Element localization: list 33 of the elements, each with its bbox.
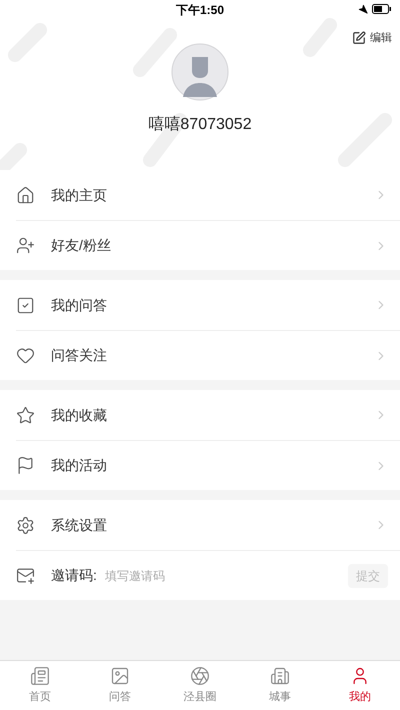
edit-icon bbox=[352, 31, 366, 46]
tab-item[interactable]: 我的 bbox=[320, 661, 400, 710]
username: 嘻嘻87073052 bbox=[148, 114, 252, 134]
menu-item[interactable]: 问答关注 bbox=[16, 330, 400, 380]
menu-item[interactable]: 我的活动 bbox=[16, 440, 400, 490]
mail-plus-icon bbox=[16, 566, 35, 585]
settings-icon bbox=[16, 516, 35, 534]
invite-code-field[interactable]: 填写邀请码 bbox=[104, 566, 348, 584]
heart-icon bbox=[16, 346, 35, 365]
tab-item[interactable]: 问答 bbox=[80, 661, 160, 710]
building-icon bbox=[270, 666, 290, 686]
status-time: 下午1:50 bbox=[176, 2, 224, 19]
tab-item[interactable]: 泾县圈 bbox=[160, 661, 240, 710]
newspaper-icon bbox=[30, 666, 50, 686]
aperture-icon bbox=[190, 666, 210, 686]
checkbox-icon bbox=[16, 296, 35, 314]
edit-button[interactable]: 编辑 bbox=[352, 30, 392, 46]
tab-item[interactable]: 城事 bbox=[240, 661, 320, 710]
star-icon bbox=[16, 406, 35, 424]
menu-item[interactable]: 好友/粉丝 bbox=[16, 220, 400, 270]
menu-item[interactable]: 我的收藏 bbox=[16, 390, 400, 440]
invite-code-label: 邀请码: bbox=[51, 566, 97, 585]
battery-icon bbox=[372, 4, 392, 14]
location-icon bbox=[358, 4, 368, 14]
avatar bbox=[171, 42, 229, 100]
flag-icon bbox=[16, 456, 35, 475]
menu-item[interactable]: 我的问答 bbox=[16, 280, 400, 330]
tab-item[interactable]: 首页 bbox=[0, 661, 80, 710]
image-icon bbox=[110, 666, 130, 686]
user-plus-icon bbox=[16, 236, 35, 255]
home-icon bbox=[16, 186, 35, 204]
menu-item[interactable]: 系统设置 bbox=[16, 500, 400, 550]
menu-item[interactable]: 我的主页 bbox=[16, 170, 400, 220]
